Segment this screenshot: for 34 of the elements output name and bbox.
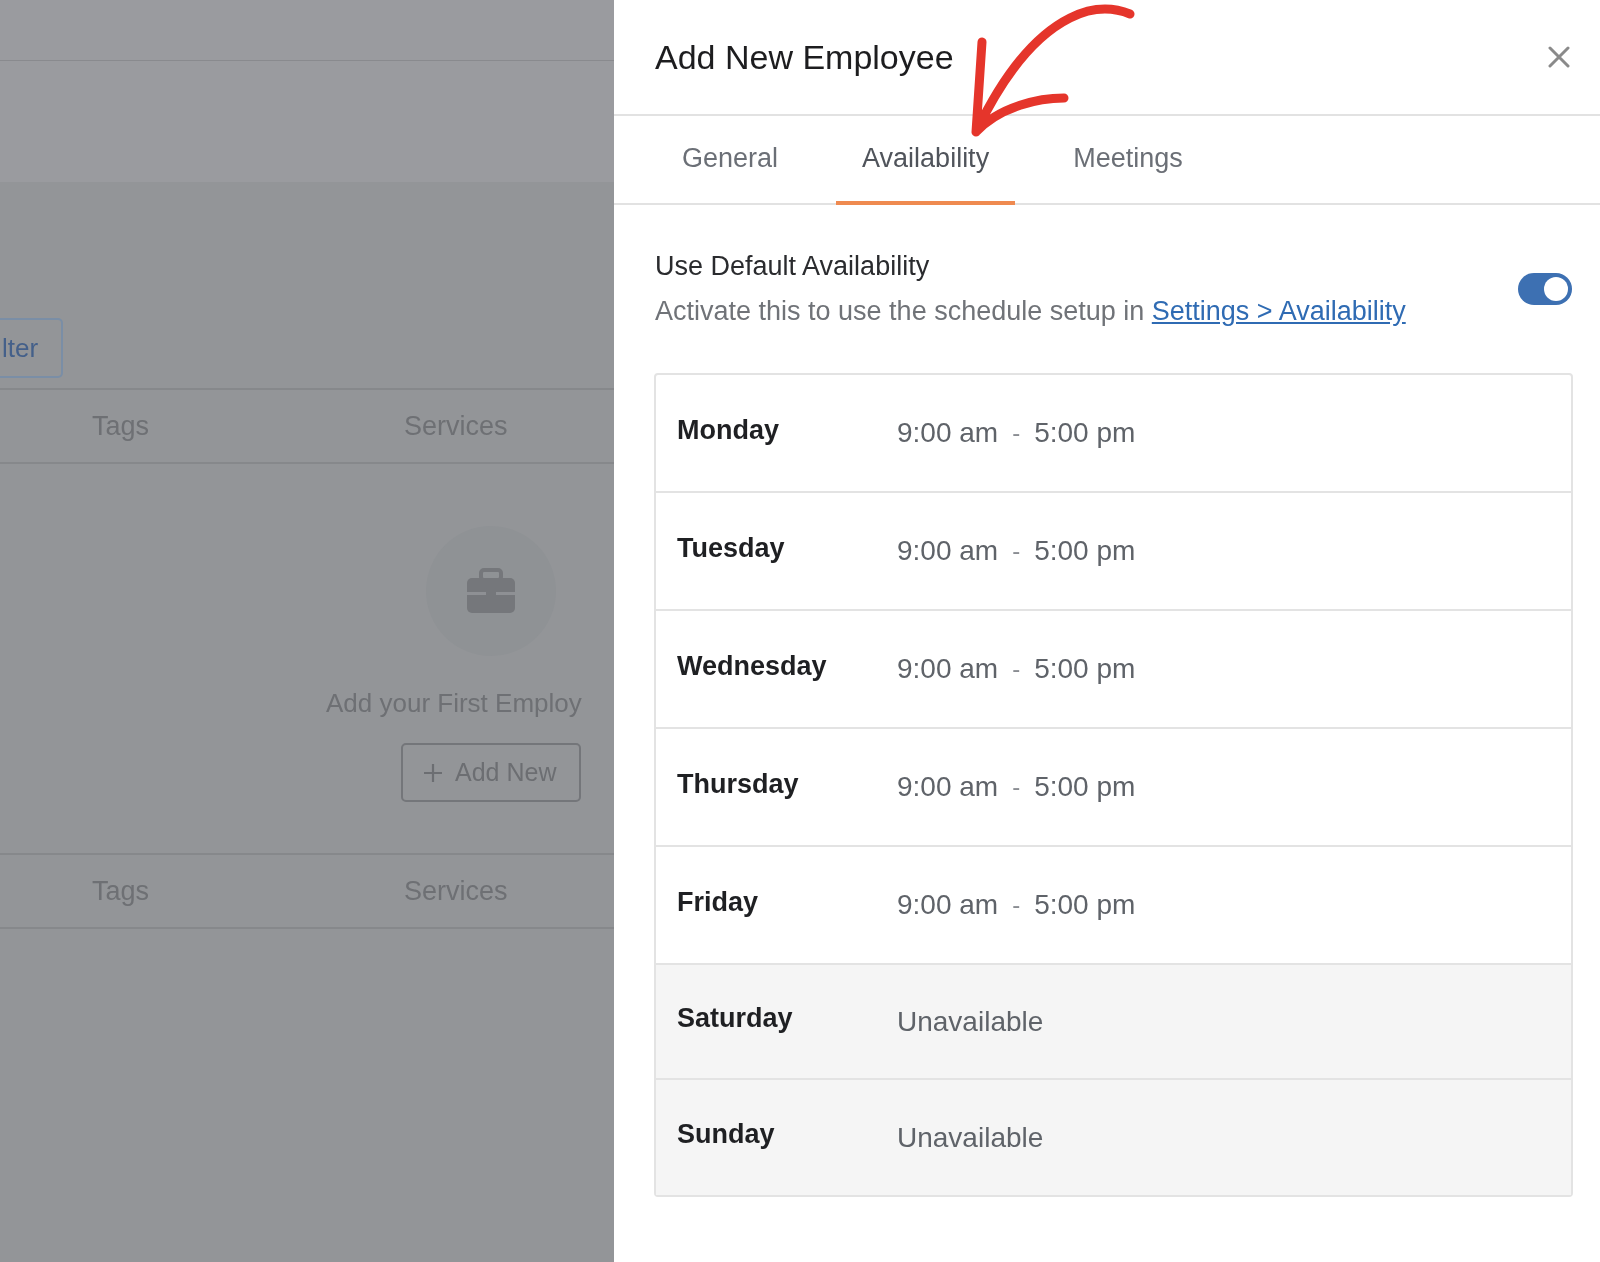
setting-description: Activate this to use the schedule setup in Settings > Availability [655,296,1406,327]
day-label: Monday [677,414,780,446]
day-label: Sunday [677,1119,776,1150]
start-time: 9:00 am [897,535,999,567]
settings-link[interactable]: Settings > Availability [1151,296,1406,326]
tab[interactable]: Meetings [1047,116,1209,205]
day-label: Saturday [677,1003,794,1034]
time-separator: - [1012,537,1021,565]
end-time: 5:00 pm [1034,889,1136,921]
setting-label: Use Default Availability [655,251,931,282]
day-label: Friday [677,886,760,918]
end-time: 5:00 pm [1034,771,1136,803]
start-time: 9:00 am [897,417,999,449]
close-icon[interactable] [1548,46,1570,68]
day-label: Wednesday [677,650,828,682]
start-time: 9:00 am [897,889,999,921]
end-time: 5:00 pm [1034,535,1136,567]
day-label: Thursday [677,768,800,800]
unavailable-status: Unavailable [897,1005,1044,1038]
toggle-switch[interactable] [1518,273,1572,305]
unavailable-status: Unavailable [897,1121,1044,1154]
time-separator: - [1012,655,1021,683]
end-time: 5:00 pm [1034,417,1136,449]
drawer-title: Add New Employee [655,37,954,77]
start-time: 9:00 am [897,771,999,803]
day-label: Tuesday [677,532,786,564]
end-time: 5:00 pm [1034,653,1136,685]
plus-icon [423,762,443,783]
tab[interactable]: General [656,116,805,205]
time-separator: - [1012,773,1021,801]
tab[interactable]: Availability [836,116,1016,205]
time-separator: - [1012,891,1021,919]
time-separator: - [1012,419,1021,447]
start-time: 9:00 am [897,653,999,685]
